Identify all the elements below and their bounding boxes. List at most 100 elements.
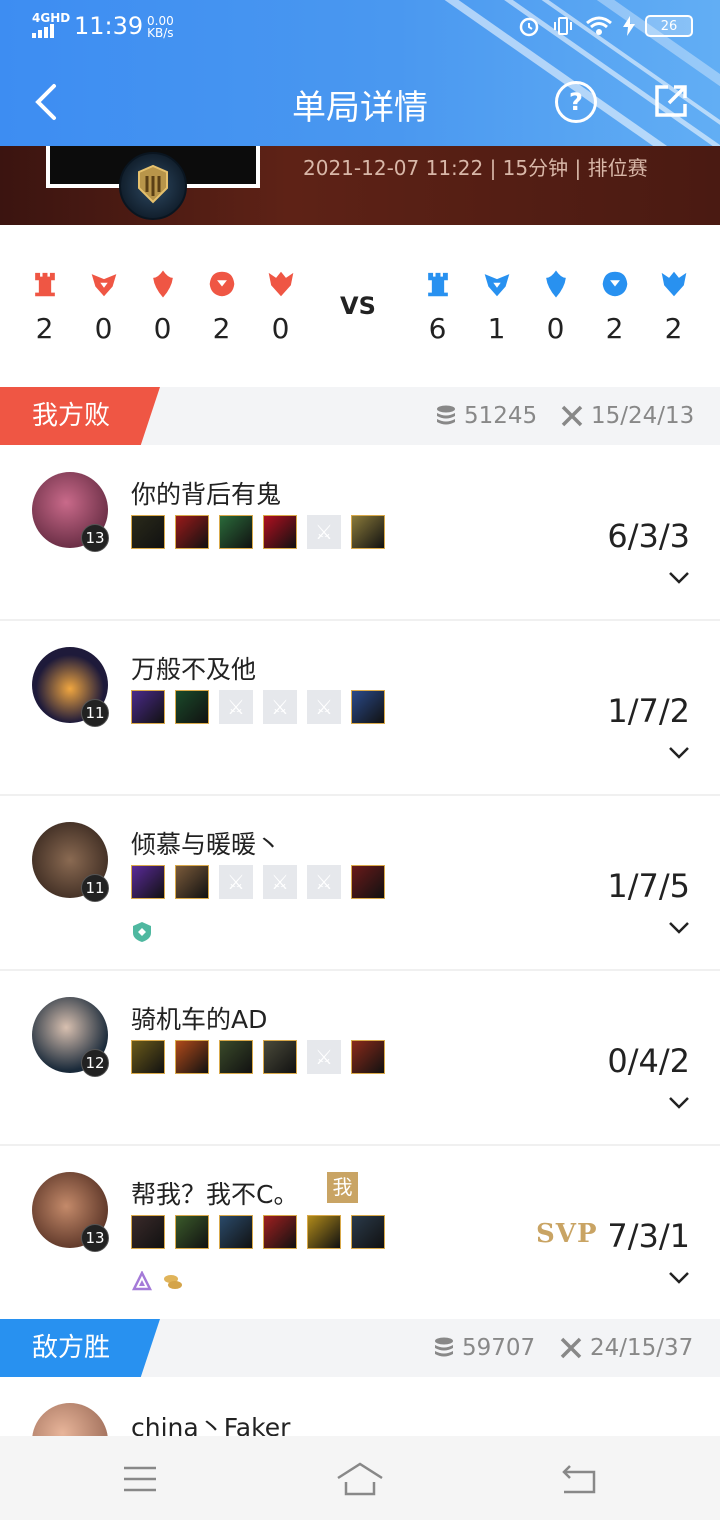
player-level: 11	[81, 699, 109, 727]
share-button[interactable]	[654, 84, 688, 118]
player-level: 13	[81, 1224, 109, 1252]
sword-icon: ⚔	[315, 520, 333, 544]
enemy-team-gold: 59707	[434, 1335, 535, 1361]
item-slot[interactable]	[307, 1215, 341, 1249]
objective-count: 0	[271, 312, 290, 345]
home-icon[interactable]	[336, 1460, 384, 1496]
player-name[interactable]: 万般不及他	[131, 650, 256, 686]
gold-coins-icon	[164, 1275, 182, 1289]
back-nav-icon[interactable]	[560, 1464, 598, 1494]
crossed-swords-icon	[560, 1337, 582, 1359]
empty-item-slot: ⚔	[307, 690, 341, 724]
player-row[interactable]: 11 倾慕与暖暖丶 ⚔ ⚔ ⚔ 1/7/5	[0, 795, 720, 971]
player-row[interactable]: 11 万般不及他 ⚔ ⚔ ⚔ 1/7/2	[0, 620, 720, 796]
player-row[interactable]: 13 帮我？我不C。 7/3/1 我 SVP	[0, 1145, 720, 1321]
svp-badge: SVP	[536, 1219, 598, 1249]
chevron-down-icon[interactable]	[668, 746, 690, 760]
status-icons: 26	[517, 14, 693, 38]
enemy-team-result: 敌方胜	[0, 1319, 160, 1377]
item-slot[interactable]	[263, 515, 297, 549]
sword-icon: ⚔	[315, 695, 333, 719]
shield-badge-icon	[133, 922, 151, 942]
status-time: 11:39	[74, 12, 144, 40]
herald-icon	[91, 274, 116, 297]
chevron-down-icon[interactable]	[668, 921, 690, 935]
player-name[interactable]: 骑机车的AD	[131, 1000, 267, 1036]
network-indicator: 4GHD	[32, 12, 70, 40]
help-button[interactable]: ?	[555, 81, 597, 123]
rank-emblem-icon	[119, 152, 187, 220]
player-level: 13	[81, 524, 109, 552]
me-badge: 我	[327, 1172, 358, 1203]
item-slot[interactable]	[219, 515, 253, 549]
item-slot[interactable]	[175, 515, 209, 549]
empty-item-slot: ⚔	[307, 1040, 341, 1074]
chevron-down-icon[interactable]	[668, 1096, 690, 1110]
item-slot[interactable]	[175, 1215, 209, 1249]
gold-icon	[437, 405, 455, 425]
menu-icon[interactable]	[122, 1466, 158, 1492]
item-list: ⚔ ⚔ ⚔	[131, 865, 385, 899]
item-slot[interactable]	[351, 1215, 385, 1249]
item-slot[interactable]	[131, 1215, 165, 1249]
player-kda: 7/3/1	[607, 1217, 690, 1255]
player-name[interactable]: 你的背后有鬼	[131, 475, 281, 511]
item-slot[interactable]	[131, 690, 165, 724]
tower-icon	[34, 272, 55, 297]
player-row[interactable]: 13 你的背后有鬼 ⚔ 6/3/3	[0, 445, 720, 621]
blue-objective-3: 0	[526, 268, 585, 345]
player-kda: 0/4/2	[607, 1042, 690, 1080]
tower-icon	[427, 272, 448, 297]
item-slot[interactable]	[351, 1040, 385, 1074]
item-slot[interactable]	[131, 1040, 165, 1074]
my-team-kda: 15/24/13	[561, 403, 694, 429]
item-slot[interactable]	[263, 1215, 297, 1249]
item-slot[interactable]	[175, 1040, 209, 1074]
vs-label: VS	[340, 292, 376, 320]
player-name[interactable]: 帮我？我不C。	[131, 1175, 298, 1211]
player-kda: 6/3/3	[607, 517, 690, 555]
empty-item-slot: ⚔	[307, 515, 341, 549]
player-kda: 1/7/2	[607, 692, 690, 730]
item-slot[interactable]	[131, 515, 165, 549]
item-list: ⚔ ⚔ ⚔	[131, 690, 385, 724]
sword-icon: ⚔	[227, 870, 245, 894]
blue-team-objectives: 6 1 0 2 2	[408, 268, 703, 345]
dragon-icon	[209, 271, 234, 297]
item-slot[interactable]	[131, 865, 165, 899]
empty-item-slot: ⚔	[219, 865, 253, 899]
item-list	[131, 1215, 385, 1249]
sword-icon: ⚔	[315, 1045, 333, 1069]
gold-icon	[435, 1337, 453, 1357]
player-row[interactable]: 12 骑机车的AD ⚔ 0/4/2	[0, 970, 720, 1146]
item-slot[interactable]	[175, 690, 209, 724]
red-team-objectives: 2 0 0 2 0	[15, 268, 310, 345]
objective-count: 0	[153, 312, 172, 345]
empty-item-slot: ⚔	[219, 690, 253, 724]
item-slot[interactable]	[351, 690, 385, 724]
battery-indicator: 26	[645, 15, 693, 37]
item-slot[interactable]	[351, 865, 385, 899]
item-slot[interactable]	[175, 865, 209, 899]
crossed-swords-icon	[561, 405, 583, 427]
item-list: ⚔	[131, 1040, 385, 1074]
blue-objective-2: 1	[467, 268, 526, 345]
objective-count: 6	[428, 312, 447, 345]
item-slot[interactable]	[219, 1215, 253, 1249]
item-slot[interactable]	[351, 515, 385, 549]
chevron-down-icon[interactable]	[668, 1271, 690, 1285]
baron-icon	[152, 270, 173, 298]
blue-objective-5: 2	[644, 268, 703, 345]
mvp-badge-icon	[131, 1271, 153, 1291]
sword-icon: ⚔	[271, 870, 289, 894]
objective-count: 0	[546, 312, 565, 345]
red-objective-5: 0	[251, 268, 310, 345]
item-slot[interactable]	[263, 1040, 297, 1074]
objective-count: 2	[212, 312, 231, 345]
objective-count: 1	[487, 312, 506, 345]
item-slot[interactable]	[219, 1040, 253, 1074]
chevron-down-icon[interactable]	[668, 571, 690, 585]
sword-icon: ⚔	[271, 695, 289, 719]
red-objective-1: 2	[15, 268, 74, 345]
player-name[interactable]: 倾慕与暖暖丶	[131, 825, 281, 861]
